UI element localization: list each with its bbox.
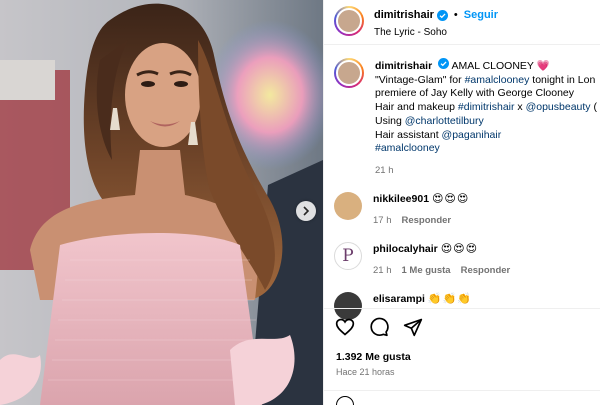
author-username[interactable]: dimitrishair — [374, 9, 434, 21]
comment-username[interactable]: elisarampi — [373, 293, 425, 305]
caption-text: Using — [375, 114, 405, 127]
actions-divider — [324, 308, 600, 309]
share-button[interactable] — [402, 316, 424, 338]
like-button[interactable] — [334, 316, 356, 338]
carousel-next-button[interactable] — [296, 201, 316, 221]
post-header: dimitrishair • Seguir The Lyric - Soho — [334, 6, 600, 38]
caption-text: "Vintage-Glam" for — [375, 73, 465, 86]
verified-badge-icon — [438, 58, 450, 69]
caption-text: tonight in Lon — [529, 73, 596, 86]
post-actions — [334, 316, 424, 338]
pink-heart-icon: 💗 — [536, 60, 550, 72]
comment-likes[interactable]: 1 Me gusta — [402, 264, 451, 278]
post-age: Hace 21 horas — [336, 367, 395, 377]
post-photo — [0, 0, 323, 405]
comment-text: 😍😍😍 — [431, 193, 470, 205]
author-avatar[interactable] — [334, 6, 364, 36]
caption-text: Hair and makeup — [375, 101, 458, 114]
separator-dot: • — [453, 9, 458, 21]
comment-time: 17 h — [373, 215, 392, 226]
hashtag-link[interactable]: #amalclooney — [465, 74, 530, 86]
reply-button[interactable]: Responder — [402, 214, 452, 228]
caption-timestamp: 21 h — [375, 164, 394, 176]
reply-button[interactable]: Responder — [461, 264, 511, 278]
caption-text: Hair assistant — [375, 128, 442, 141]
likes-count[interactable]: 1.392 Me gusta — [336, 351, 411, 363]
chevron-right-icon — [303, 206, 310, 216]
photo-illustration — [0, 0, 323, 405]
emoji-picker-icon[interactable] — [336, 396, 354, 405]
caption-text: x — [514, 101, 526, 114]
header-divider — [324, 44, 600, 45]
mention-link[interactable]: @opusbeauty — [526, 101, 591, 113]
hashtag-link[interactable]: #dimitrishair — [458, 101, 515, 113]
comment-button[interactable] — [368, 316, 390, 338]
caption-username[interactable]: dimitrishair — [375, 60, 432, 72]
commenter-avatar[interactable]: P — [334, 242, 362, 270]
post-location[interactable]: The Lyric - Soho — [374, 27, 498, 38]
comment-text: 😍😍😍 — [440, 243, 479, 255]
caption-text: premiere of Jay Kelly with George Cloone… — [375, 87, 575, 100]
commenter-avatar[interactable] — [334, 192, 362, 220]
comment-box-divider — [324, 390, 600, 391]
verified-badge-icon — [436, 9, 448, 21]
mention-link[interactable]: @charlottetilbury — [405, 115, 484, 127]
caption-text: ( — [590, 101, 597, 114]
follow-button[interactable]: Seguir — [464, 9, 498, 21]
hashtag-link[interactable]: #amalclooney — [375, 142, 440, 154]
comment-username[interactable]: nikkilee901 — [373, 193, 429, 205]
caption-title: AMAL CLOONEY — [451, 60, 534, 72]
comment-text: 👏👏👏 — [427, 293, 472, 305]
share-icon — [403, 318, 423, 337]
post-sidebar: dimitrishair • Seguir The Lyric - Soho d… — [323, 0, 600, 405]
mention-link[interactable]: @paganihair — [442, 129, 502, 141]
heart-icon — [335, 318, 355, 336]
comment-time: 21 h — [373, 265, 392, 276]
comment-icon — [370, 317, 389, 337]
post-caption: dimitrishair AMAL CLOONEY 💗 "Vintage-Gla… — [334, 58, 600, 178]
comment-username[interactable]: philocalyhair — [373, 243, 438, 255]
comment-item: P philocalyhair 😍😍😍 21 h 1 Me gusta Resp… — [334, 242, 600, 278]
comment-item: nikkilee901 😍😍😍 17 h Responder — [334, 192, 600, 228]
caption-avatar[interactable] — [334, 58, 364, 88]
